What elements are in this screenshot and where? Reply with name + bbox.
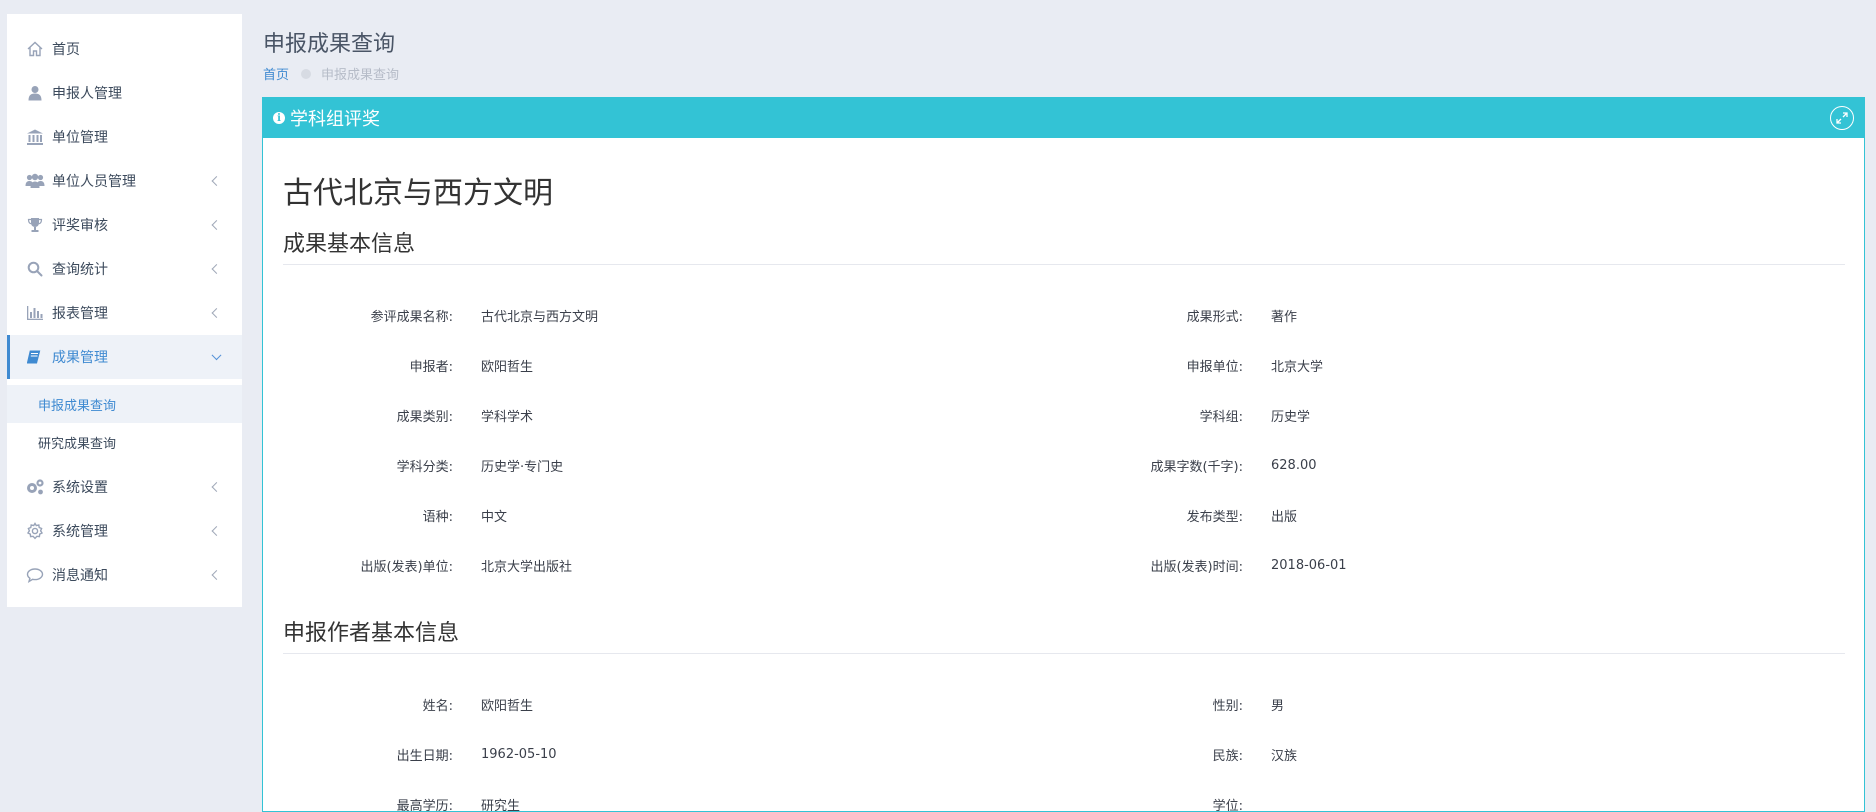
sidebar-item-system-management[interactable]: 系统管理: [7, 509, 242, 553]
gears-icon: [24, 477, 46, 497]
panel-body: 古代北京与西方文明 成果基本信息 参评成果名称: 古代北京与西方文明 成果形式:…: [263, 138, 1864, 812]
field-value: 汉族: [1271, 748, 1298, 764]
field-label: 成果形式:: [1186, 309, 1243, 325]
sidebar-item-label: 消息通知: [52, 568, 108, 584]
chevron-left-icon: [211, 570, 222, 580]
field-label: 姓名:: [422, 698, 453, 714]
field-value: 男: [1271, 698, 1285, 714]
field-value: 1962-05-10: [481, 746, 557, 762]
field-value: 历史学·专门史: [481, 459, 564, 475]
section-title-author-info: 申报作者基本信息: [283, 619, 1845, 654]
field-value: 学科学术: [481, 409, 534, 425]
field-label: 学科分类:: [396, 459, 453, 475]
submenu-item-research-achievement-query[interactable]: 研究成果查询: [7, 423, 242, 461]
field-label: 出版(发表)时间:: [1150, 559, 1243, 575]
field-value: 著作: [1271, 309, 1298, 325]
field-label: 申报单位:: [1186, 359, 1243, 375]
chevron-left-icon: [211, 308, 222, 318]
sidebar-item-label: 单位管理: [52, 130, 108, 146]
bar-chart-icon: [24, 303, 46, 323]
sidebar-item-label: 首页: [52, 42, 80, 58]
breadcrumb-separator-icon: [301, 68, 312, 79]
field-label: 发布类型:: [1186, 509, 1243, 525]
field-label: 学位:: [1212, 798, 1243, 812]
sidebar-item-label: 成果管理: [52, 350, 108, 366]
sidebar-item-label: 报表管理: [52, 306, 108, 322]
breadcrumb-current: 申报成果查询: [321, 68, 400, 83]
sidebar-item-label: 查询统计: [52, 262, 108, 278]
sidebar-item-report-management[interactable]: 报表管理: [7, 291, 242, 335]
work-title: 古代北京与西方文明: [283, 176, 553, 211]
field-value: 欧阳哲生: [481, 698, 534, 714]
field-label: 语种:: [422, 509, 453, 525]
field-value: 研究生: [481, 798, 521, 812]
sidebar-item-unit-management[interactable]: 单位管理: [7, 115, 242, 159]
chevron-left-icon: [211, 220, 222, 230]
chevron-left-icon: [211, 526, 222, 536]
submenu-item-declared-achievement-query[interactable]: 申报成果查询: [7, 385, 242, 423]
user-icon: [24, 83, 46, 103]
field-label: 民族:: [1212, 748, 1243, 764]
sidebar-item-award-review[interactable]: 评奖审核: [7, 203, 242, 247]
field-label: 申报者:: [409, 359, 453, 375]
field-value: 历史学: [1271, 409, 1311, 425]
breadcrumb: 首页 申报成果查询: [263, 64, 399, 83]
field-label: 成果字数(千字):: [1150, 459, 1243, 475]
sidebar-item-query-statistics[interactable]: 查询统计: [7, 247, 242, 291]
sidebar-item-applicant-management[interactable]: 申报人管理: [7, 71, 242, 115]
sidebar: 首页 申报人管理 单位管理 单位人员管理 评奖审核 查询统计 报表管理 成果管理…: [7, 14, 242, 607]
field-value: 2018-06-01: [1271, 557, 1347, 573]
bank-icon: [24, 127, 46, 147]
chevron-left-icon: [211, 482, 222, 492]
search-icon: [24, 259, 46, 279]
sidebar-item-home[interactable]: 首页: [7, 27, 242, 71]
sidebar-item-label: 系统管理: [52, 524, 108, 540]
breadcrumb-home-link[interactable]: 首页: [263, 64, 289, 83]
field-value: 北京大学: [1271, 359, 1324, 375]
field-label: 出生日期:: [396, 748, 453, 764]
sidebar-item-label: 评奖审核: [52, 218, 108, 234]
page-title: 申报成果查询: [263, 32, 396, 57]
section-title-basic-info: 成果基本信息: [283, 230, 1845, 265]
book-icon: [24, 347, 46, 367]
author-info-grid: 姓名: 欧阳哲生 性别: 男 出生日期: 1962-05-10 民族: 汉族 最…: [283, 679, 1845, 812]
panel-header: i 学科组评奖: [263, 98, 1864, 138]
chevron-left-icon: [211, 176, 222, 186]
sidebar-item-unit-staff-management[interactable]: 单位人员管理: [7, 159, 242, 203]
detail-panel: i 学科组评奖 古代北京与西方文明 成果基本信息 参评成果名称: 古代北京与西方…: [262, 97, 1865, 812]
field-label: 成果类别:: [396, 409, 453, 425]
trophy-icon: [24, 215, 46, 235]
users-icon: [24, 171, 46, 191]
achievement-submenu: 申报成果查询 研究成果查询: [7, 379, 242, 465]
sidebar-item-message-notification[interactable]: 消息通知: [7, 553, 242, 597]
expand-icon: [1836, 112, 1848, 124]
field-label: 学科组:: [1199, 409, 1243, 425]
comment-icon: [24, 565, 46, 585]
sidebar-item-label: 系统设置: [52, 480, 108, 496]
field-value: 古代北京与西方文明: [481, 309, 599, 325]
field-value: 出版: [1271, 509, 1298, 525]
sidebar-item-system-settings[interactable]: 系统设置: [7, 465, 242, 509]
home-icon: [24, 39, 46, 59]
field-label: 最高学历:: [396, 798, 453, 812]
chevron-left-icon: [211, 264, 222, 274]
panel-title: 学科组评奖: [290, 109, 380, 130]
field-value: 欧阳哲生: [481, 359, 534, 375]
sidebar-item-label: 单位人员管理: [52, 174, 136, 190]
field-label: 参评成果名称:: [370, 309, 453, 325]
field-label: 性别:: [1212, 698, 1243, 714]
info-icon: i: [273, 112, 285, 124]
basic-info-grid: 参评成果名称: 古代北京与西方文明 成果形式: 著作 申报者: 欧阳哲生 申报单…: [283, 290, 1845, 590]
field-value: 北京大学出版社: [481, 559, 573, 575]
chevron-down-icon: [211, 350, 222, 361]
field-value: 628.00: [1271, 457, 1317, 473]
expand-button[interactable]: [1830, 106, 1854, 130]
field-label: 出版(发表)单位:: [360, 559, 453, 575]
sidebar-item-achievement-management[interactable]: 成果管理: [7, 335, 242, 379]
sidebar-item-label: 申报人管理: [52, 86, 122, 102]
field-value: 中文: [481, 509, 508, 525]
gear-icon: [24, 521, 46, 541]
